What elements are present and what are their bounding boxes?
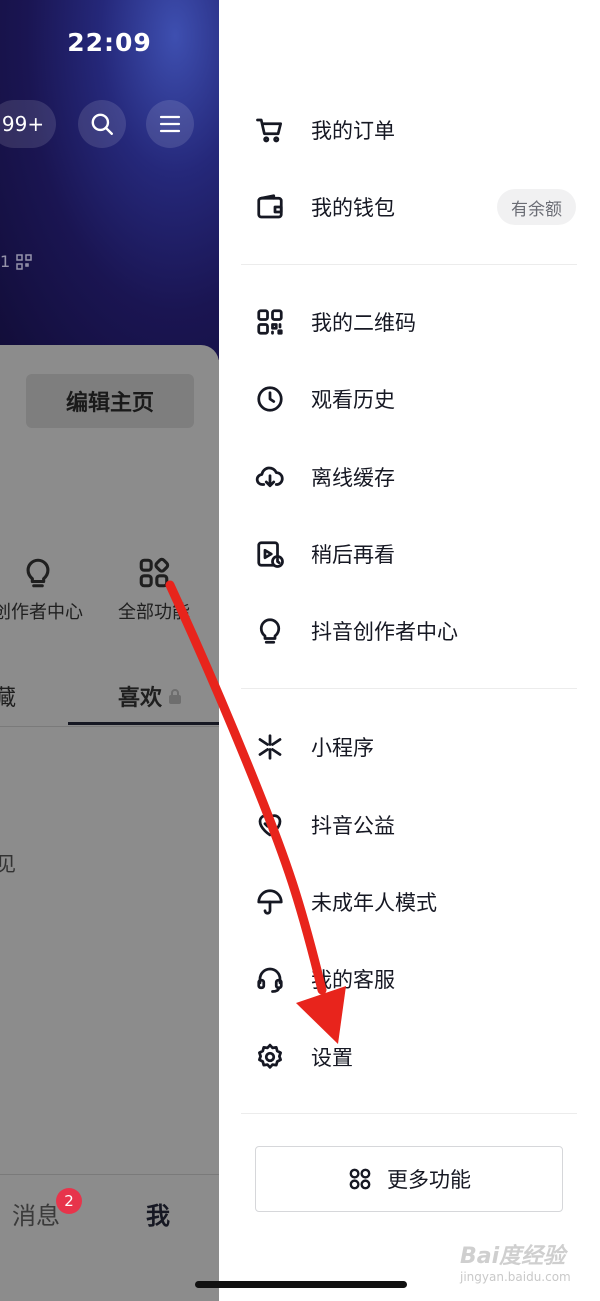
nav-me-label: 我	[146, 1202, 170, 1230]
messages-badge: 2	[56, 1188, 82, 1214]
profile-id-fragment: 1	[0, 252, 11, 271]
qrcode-icon	[16, 253, 32, 270]
profile-page-dimmed[interactable]: 22:09 99+ 1 编辑主页 创作者中心 全部功能 藏 喜欢 见 消息 2 …	[0, 0, 219, 1301]
status-time: 22:09	[67, 28, 152, 57]
home-indicator	[195, 1281, 407, 1288]
edit-profile-button[interactable]: 编辑主页	[26, 374, 194, 428]
more-functions-button[interactable]: 更多功能	[255, 1146, 563, 1212]
headset-icon	[257, 967, 283, 993]
menu-item-watch-history[interactable]: 观看历史	[255, 374, 575, 424]
active-tab-indicator	[68, 722, 219, 725]
all-functions-shortcut[interactable]: 全部功能	[104, 556, 204, 624]
menu-item-charity-label: 抖音公益	[311, 814, 395, 838]
watch-later-icon	[257, 541, 284, 568]
bottom-nav-divider	[0, 1174, 219, 1175]
search-icon	[91, 113, 113, 135]
more-functions-label: 更多功能	[387, 1168, 471, 1192]
qrcode-icon	[257, 309, 283, 335]
creator-center-label: 创作者中心	[0, 602, 83, 623]
search-button[interactable]	[78, 100, 126, 148]
profile-card	[0, 345, 219, 1301]
menu-item-wallet-label: 我的钱包	[311, 196, 395, 220]
gear-icon	[258, 1043, 282, 1069]
lock-icon	[169, 689, 182, 704]
lightbulb-icon	[259, 618, 281, 644]
mini-program-icon	[258, 734, 282, 760]
grid-icon	[349, 1168, 371, 1190]
menu-item-customer-service-label: 我的客服	[311, 968, 395, 992]
menu-item-customer-service[interactable]: 我的客服	[255, 954, 575, 1004]
tabs-divider	[0, 726, 219, 727]
watermark: Bai度经验 jingyan.baidu.com	[460, 1238, 571, 1284]
profile-id-row: 1	[0, 252, 32, 271]
menu-item-orders[interactable]: 我的订单	[255, 105, 575, 155]
tab-likes[interactable]: 喜欢	[118, 680, 182, 712]
content-text-fragment: 见	[0, 852, 16, 876]
cart-icon	[256, 118, 282, 143]
menu-item-minor-mode[interactable]: 未成年人模式	[255, 877, 575, 927]
notification-count-button[interactable]: 99+	[0, 100, 56, 148]
menu-item-offline-cache[interactable]: 离线缓存	[255, 452, 575, 502]
menu-divider	[241, 264, 577, 265]
tab-favorites-label: 藏	[0, 686, 17, 711]
nav-messages[interactable]: 消息	[12, 1196, 60, 1231]
wallet-balance-badge: 有余额	[497, 189, 576, 225]
menu-button[interactable]	[146, 100, 194, 148]
notification-count: 99+	[1, 112, 45, 136]
lightbulb-icon	[26, 558, 50, 588]
menu-item-settings[interactable]: 设置	[255, 1032, 575, 1082]
side-drawer-menu: 我的订单 我的钱包 有余额 我的二维码 观看历史 离线缓存 稍后再看 抖音创作者…	[219, 0, 600, 1301]
watermark-brand: Bai度经验	[460, 1244, 566, 1269]
menu-item-watch-later-label: 稍后再看	[311, 543, 395, 567]
menu-item-orders-label: 我的订单	[311, 119, 395, 143]
menu-item-offline-cache-label: 离线缓存	[311, 466, 395, 490]
menu-item-charity[interactable]: 抖音公益	[255, 800, 575, 850]
menu-item-creator-center[interactable]: 抖音创作者中心	[255, 606, 575, 656]
grid-icon	[139, 557, 170, 588]
clock-icon	[257, 386, 283, 412]
umbrella-icon	[257, 889, 283, 915]
menu-item-qrcode-label: 我的二维码	[311, 311, 416, 335]
tab-likes-label: 喜欢	[118, 686, 163, 711]
menu-divider	[241, 1113, 577, 1114]
tab-favorites[interactable]: 藏	[0, 680, 16, 712]
nav-me[interactable]: 我	[146, 1196, 170, 1231]
menu-item-minor-mode-label: 未成年人模式	[311, 891, 437, 915]
cloud-download-icon	[255, 466, 284, 488]
menu-item-mini-programs-label: 小程序	[311, 736, 374, 760]
all-functions-label: 全部功能	[118, 602, 190, 623]
menu-item-qrcode[interactable]: 我的二维码	[255, 297, 575, 347]
menu-icon	[159, 115, 181, 133]
menu-divider	[241, 688, 577, 689]
edit-profile-label: 编辑主页	[65, 391, 154, 416]
nav-messages-label: 消息	[12, 1202, 60, 1230]
wallet-icon	[257, 194, 283, 219]
heart-icon	[258, 814, 282, 837]
creator-center-shortcut[interactable]: 创作者中心	[0, 556, 90, 624]
menu-item-watch-later[interactable]: 稍后再看	[255, 529, 575, 579]
watermark-url: jingyan.baidu.com	[460, 1270, 571, 1284]
menu-item-creator-center-label: 抖音创作者中心	[311, 620, 458, 644]
menu-item-watch-history-label: 观看历史	[311, 388, 395, 412]
menu-item-mini-programs[interactable]: 小程序	[255, 722, 575, 772]
menu-item-settings-label: 设置	[311, 1046, 353, 1070]
